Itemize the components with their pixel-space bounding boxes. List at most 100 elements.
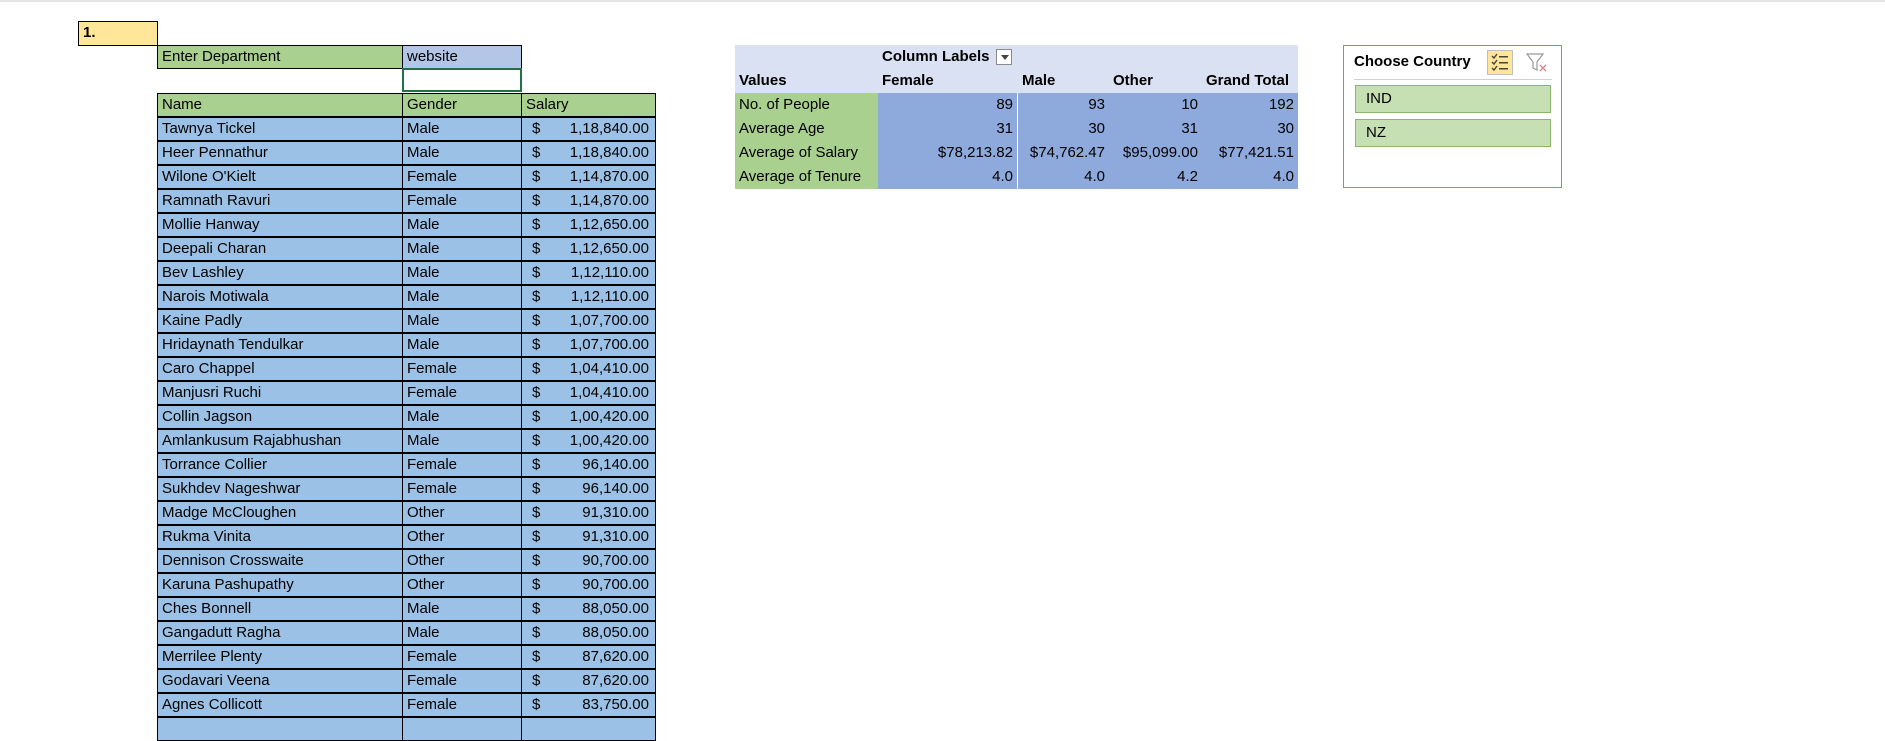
pivot-value-cell[interactable]: 31 [1109,117,1202,141]
pivot-row-label[interactable]: Average of Salary [735,141,878,165]
pivot-column-labels[interactable]: Column Labels [878,45,1016,69]
table-row-name[interactable]: Sukhdev Nageshwar [157,477,403,501]
table-row-name[interactable]: Karuna Pashupathy [157,573,403,597]
table-row-gender[interactable]: Other [402,501,522,525]
pivot-col-male[interactable]: Male [1018,69,1059,93]
table-row-salary[interactable]: $1,12,110.00 [521,285,656,309]
table-row-gender[interactable]: Female [402,165,522,189]
table-row-gender[interactable]: Other [402,525,522,549]
pivot-values-header[interactable]: Values [735,69,791,93]
table-row-salary[interactable]: $88,050.00 [521,621,656,645]
table-row-name[interactable]: Madge McCloughen [157,501,403,525]
table-row-salary[interactable]: $1,14,870.00 [521,165,656,189]
table-row-partial[interactable] [521,717,656,741]
pivot-value-cell[interactable]: 31 [878,117,1017,141]
country-slicer[interactable]: Choose Country IND NZ [1343,45,1562,188]
header-salary[interactable]: Salary [521,93,656,117]
table-row-name[interactable]: Narois Motiwala [157,285,403,309]
table-row-gender[interactable]: Male [402,597,522,621]
table-row-name[interactable]: Hridaynath Tendulkar [157,333,403,357]
pivot-row-label[interactable]: No. of People [735,93,878,117]
clear-filter-icon[interactable] [1524,51,1550,75]
table-row-salary[interactable]: $1,00,420.00 [521,429,656,453]
table-row-name[interactable]: Deepali Charan [157,237,403,261]
department-label-cell[interactable]: Enter Department [157,45,403,69]
table-row-salary[interactable]: $88,050.00 [521,597,656,621]
table-row-gender[interactable]: Male [402,309,522,333]
pivot-value-cell[interactable]: 4.2 [1109,165,1202,189]
table-row-gender[interactable]: Male [402,405,522,429]
table-row-gender[interactable]: Male [402,213,522,237]
pivot-value-cell[interactable]: 30 [1018,117,1109,141]
table-row-salary[interactable]: $1,12,650.00 [521,237,656,261]
table-row-gender[interactable]: Male [402,285,522,309]
table-row-salary[interactable]: $96,140.00 [521,477,656,501]
pivot-col-grand-total[interactable]: Grand Total [1202,69,1293,93]
header-gender[interactable]: Gender [402,93,522,117]
slicer-item-nz[interactable]: NZ [1355,119,1551,147]
table-row-salary[interactable]: $83,750.00 [521,693,656,717]
table-row-partial[interactable] [402,717,522,741]
table-row-gender[interactable]: Female [402,477,522,501]
table-row-gender[interactable]: Male [402,141,522,165]
pivot-value-cell[interactable]: $74,762.47 [1018,141,1109,165]
table-row-name[interactable]: Agnes Collicott [157,693,403,717]
table-row-gender[interactable]: Other [402,549,522,573]
table-row-name[interactable]: Mollie Hanway [157,213,403,237]
table-row-gender[interactable]: Male [402,237,522,261]
table-row-salary[interactable]: $1,12,110.00 [521,261,656,285]
table-row-gender[interactable]: Other [402,573,522,597]
table-row-gender[interactable]: Male [402,261,522,285]
table-row-salary[interactable]: $1,14,870.00 [521,189,656,213]
table-row-name[interactable]: Rukma Vinita [157,525,403,549]
pivot-value-cell[interactable]: 192 [1202,93,1298,117]
pivot-value-cell[interactable]: 10 [1109,93,1202,117]
table-row-name[interactable]: Merrilee Plenty [157,645,403,669]
pivot-col-female[interactable]: Female [878,69,938,93]
pivot-value-cell[interactable]: 93 [1018,93,1109,117]
department-value-cell[interactable]: website [402,45,522,69]
table-row-salary[interactable]: $87,620.00 [521,669,656,693]
table-row-salary[interactable]: $1,07,700.00 [521,309,656,333]
table-row-gender[interactable]: Female [402,357,522,381]
active-input-cell[interactable] [402,68,522,92]
table-row-salary[interactable]: $1,18,840.00 [521,117,656,141]
multi-select-icon[interactable] [1487,50,1513,75]
table-row-salary[interactable]: $1,04,410.00 [521,381,656,405]
table-row-name[interactable]: Ramnath Ravuri [157,189,403,213]
table-row-salary[interactable]: $1,12,650.00 [521,213,656,237]
table-row-gender[interactable]: Female [402,669,522,693]
table-row-gender[interactable]: Male [402,621,522,645]
pivot-value-cell[interactable]: $77,421.51 [1202,141,1298,165]
section-marker-cell[interactable]: 1. [78,21,158,46]
table-row-gender[interactable]: Female [402,453,522,477]
table-row-gender[interactable]: Female [402,693,522,717]
pivot-col-other[interactable]: Other [1109,69,1157,93]
table-row-partial[interactable] [157,717,403,741]
table-row-gender[interactable]: Male [402,117,522,141]
table-row-salary[interactable]: $90,700.00 [521,573,656,597]
table-row-salary[interactable]: $96,140.00 [521,453,656,477]
table-row-gender[interactable]: Female [402,381,522,405]
pivot-value-cell[interactable]: 4.0 [878,165,1017,189]
pivot-row-label[interactable]: Average of Tenure [735,165,878,189]
table-row-name[interactable]: Kaine Padly [157,309,403,333]
pivot-value-cell[interactable]: 89 [878,93,1017,117]
table-row-salary[interactable]: $90,700.00 [521,549,656,573]
table-row-name[interactable]: Wilone O'Kielt [157,165,403,189]
filter-dropdown-icon[interactable] [995,49,1012,66]
pivot-value-cell[interactable]: 30 [1202,117,1298,141]
table-row-name[interactable]: Heer Pennathur [157,141,403,165]
table-row-name[interactable]: Caro Chappel [157,357,403,381]
table-row-salary[interactable]: $1,18,840.00 [521,141,656,165]
table-row-gender[interactable]: Female [402,645,522,669]
table-row-name[interactable]: Collin Jagson [157,405,403,429]
slicer-item-ind[interactable]: IND [1355,85,1551,113]
pivot-value-cell[interactable]: $95,099.00 [1109,141,1202,165]
table-row-salary[interactable]: $87,620.00 [521,645,656,669]
table-row-gender[interactable]: Male [402,333,522,357]
pivot-value-cell[interactable]: $78,213.82 [878,141,1017,165]
header-name[interactable]: Name [157,93,403,117]
table-row-salary[interactable]: $1,00,420.00 [521,405,656,429]
table-row-name[interactable]: Godavari Veena [157,669,403,693]
